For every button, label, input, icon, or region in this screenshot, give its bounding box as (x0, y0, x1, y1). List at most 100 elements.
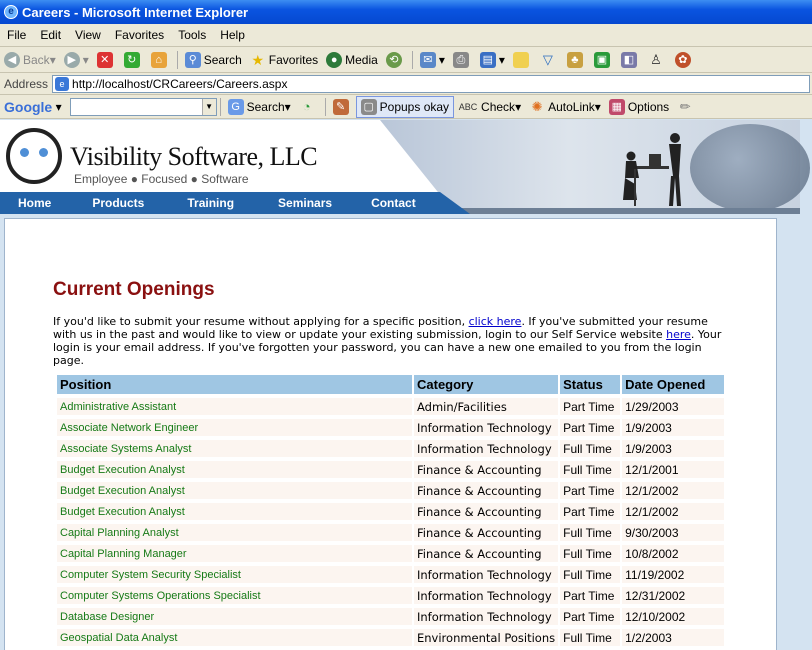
position-link[interactable]: Budget Execution Analyst (57, 482, 412, 499)
stop-button[interactable]: ✕ (93, 49, 120, 71)
bookmark-button[interactable]: ✎ (329, 96, 356, 118)
person-icon: ♙ (650, 51, 662, 67)
google-logo: Google (4, 98, 53, 115)
status-cell: Part Time (560, 608, 621, 625)
tool-button[interactable]: ▣ (590, 49, 617, 71)
menu-view[interactable]: View (68, 28, 108, 42)
table-row: Capital Planning Manager Finance & Accoun… (57, 545, 725, 562)
header-date-opened[interactable]: Date Opened (622, 375, 725, 394)
position-link[interactable]: Budget Execution Analyst (57, 461, 412, 478)
submit-resume-link[interactable]: click here (469, 315, 522, 328)
window-titlebar: e Careers - Microsoft Internet Explorer (0, 0, 812, 24)
edit-button[interactable]: ▤ ▾ (476, 49, 509, 71)
spellcheck-button[interactable]: ABC Check ▾ (454, 96, 525, 118)
nav-products[interactable]: Products (92, 196, 144, 210)
address-input[interactable]: e http://localhost/CRCareers/Careers.asp… (52, 74, 810, 93)
position-link[interactable]: Associate Systems Analyst (57, 440, 412, 457)
google-search-icon: G (227, 98, 244, 115)
position-link[interactable]: Computer System Security Specialist (57, 566, 412, 583)
history-button[interactable]: ⟲ (382, 49, 409, 71)
status-cell: Full Time (560, 440, 621, 457)
openings-table: Position Category Status Date Opened Adm… (55, 371, 726, 650)
google-menu-button[interactable]: Google ▾ (0, 96, 66, 118)
position-link[interactable]: Budget Execution Analyst (57, 503, 412, 520)
date-cell: 12/1/2002 (622, 482, 725, 499)
addon-button[interactable]: ✿ (671, 49, 698, 71)
status-cell: Full Time (560, 566, 621, 583)
popups-button[interactable]: ▢ Popups okay (355, 95, 455, 118)
nav-home[interactable]: Home (18, 196, 51, 210)
category-cell: Environmental Positions (414, 629, 559, 646)
home-icon: ⌂ (150, 51, 167, 68)
menu-file[interactable]: File (0, 28, 33, 42)
header-status[interactable]: Status (560, 375, 621, 394)
forward-button[interactable]: ▶ ▾ (60, 49, 93, 71)
menu-favorites[interactable]: Favorites (108, 28, 171, 42)
google-search-button[interactable]: G Search ▾ (224, 96, 295, 118)
position-link[interactable]: Associate Network Engineer (57, 419, 412, 436)
address-url: http://localhost/CRCareers/Careers.aspx (72, 76, 288, 91)
messenger-icon: ♣ (566, 51, 583, 68)
messenger-button[interactable]: ♣ (563, 49, 590, 71)
header-category[interactable]: Category (414, 375, 559, 394)
print-button[interactable]: ⎙ (449, 49, 476, 71)
table-row: Capital Planning Analyst Finance & Accoun… (57, 524, 725, 541)
status-cell: Part Time (560, 419, 621, 436)
table-row: Associate Systems Analyst Information Tec… (57, 440, 725, 457)
research-button[interactable]: ◧ (617, 49, 644, 71)
forward-arrow-icon: ▶ (63, 51, 80, 68)
home-button[interactable]: ⌂ (147, 49, 174, 71)
options-icon: ▦ (608, 98, 625, 115)
date-cell: 1/9/2003 (622, 440, 725, 457)
media-button[interactable]: ● Media (322, 49, 382, 71)
position-link[interactable]: Administrative Assistant (57, 398, 412, 415)
dropdown-arrow-icon[interactable]: ▼ (201, 98, 216, 115)
menu-help[interactable]: Help (213, 28, 252, 42)
address-bar: Address e http://localhost/CRCareers/Car… (0, 73, 812, 95)
date-cell: 12/1/2001 (622, 461, 725, 478)
autolink-button[interactable]: ✺ AutoLink ▾ (525, 96, 605, 118)
site-nav: Home Products Training Seminars Contact (0, 192, 470, 214)
position-link[interactable]: Computer Systems Operations Specialist (57, 587, 412, 604)
position-link[interactable]: Capital Planning Analyst (57, 524, 412, 541)
nav-seminars[interactable]: Seminars (278, 196, 332, 210)
page-icon: e (55, 76, 70, 91)
date-cell: 12/1/2002 (622, 503, 725, 520)
position-link[interactable]: Geospatial Data Analyst (57, 629, 412, 646)
nav-contact[interactable]: Contact (371, 196, 416, 210)
google-search-input[interactable]: ▼ (69, 97, 217, 116)
category-cell: Finance & Accounting (414, 524, 559, 541)
mail-button[interactable]: ✉ ▾ (416, 49, 449, 71)
office-people-silhouette (623, 133, 681, 206)
status-cell: Part Time (560, 398, 621, 415)
position-link[interactable]: Database Designer (57, 608, 412, 625)
search-button[interactable]: ⚲ Search (181, 49, 246, 71)
toolbar-separator (176, 50, 178, 69)
menu-edit[interactable]: Edit (33, 28, 68, 42)
category-cell: Information Technology (414, 587, 559, 604)
research-icon: ◧ (620, 51, 637, 68)
globe-image (690, 124, 810, 212)
options-button[interactable]: ▦ Options (605, 96, 673, 118)
discuss-button[interactable] (509, 49, 536, 71)
back-button[interactable]: ◀ Back ▾ (0, 49, 60, 71)
pagerank-button[interactable]: ◔ (295, 96, 322, 118)
table-row: Budget Execution Analyst Finance & Accoun… (57, 461, 725, 478)
favorites-button[interactable]: ★ Favorites (246, 49, 322, 71)
highlight-button[interactable]: ✏ (673, 96, 700, 118)
position-link[interactable]: Capital Planning Manager (57, 545, 412, 562)
menu-bar: File Edit View Favorites Tools Help (0, 24, 812, 47)
nav-training[interactable]: Training (187, 196, 234, 210)
media-icon: ● (326, 51, 343, 68)
filter-button[interactable]: ▽ (536, 49, 563, 71)
table-row: Computer Systems Operations Specialist In… (57, 587, 725, 604)
star-icon: ★ (251, 51, 265, 68)
header-position[interactable]: Position (57, 375, 412, 394)
main-content: Current Openings If you'd like to submit… (4, 218, 777, 650)
menu-tools[interactable]: Tools (171, 28, 213, 42)
table-row: Associate Network Engineer Information Te… (57, 419, 725, 436)
self-service-link[interactable]: here (666, 328, 691, 341)
toolbar-separator (411, 50, 413, 69)
refresh-button[interactable]: ↻ (120, 49, 147, 71)
person-button[interactable]: ♙ (644, 49, 671, 71)
